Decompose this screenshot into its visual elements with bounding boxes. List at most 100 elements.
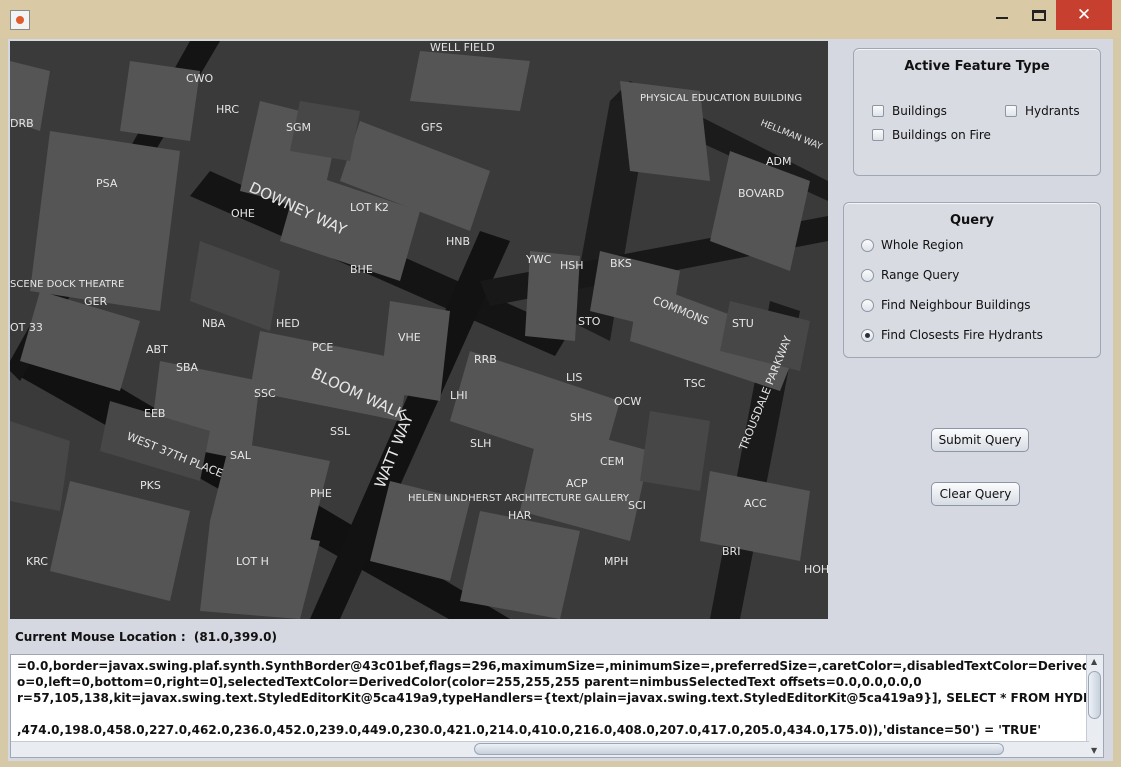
- map-label: LIS: [566, 371, 582, 384]
- whole-region-label: Whole Region: [881, 238, 964, 252]
- scroll-down-icon[interactable]: ▼: [1091, 746, 1097, 755]
- map-label: PSA: [96, 177, 118, 190]
- map-label: HELEN LINDHERST ARCHITECTURE GALLERY: [408, 493, 630, 504]
- map-label: SSC: [254, 387, 276, 400]
- clear-query-button[interactable]: Clear Query: [931, 482, 1020, 506]
- map-label: SCENE DOCK THEATRE: [10, 279, 124, 290]
- buildings-checkbox[interactable]: Buildings: [872, 104, 947, 118]
- buildings-label: Buildings: [892, 104, 947, 118]
- map-label: HRC: [216, 103, 239, 116]
- campus-map[interactable]: CWO HRC DRB SGM PSA DOWNEY WAY OHE LOT K…: [10, 41, 828, 619]
- radio-icon: [861, 298, 874, 312]
- map-label: CEM: [600, 455, 624, 468]
- map-label: BKS: [610, 257, 632, 270]
- maximize-icon: [1032, 9, 1046, 21]
- map-label: SHS: [570, 411, 592, 424]
- map-label: HOH: [804, 563, 828, 576]
- checkbox-icon: [872, 105, 884, 117]
- output-line: =0.0,border=javax.swing.plaf.synth.Synth…: [17, 659, 1087, 673]
- map-label: MPH: [604, 555, 628, 568]
- output-line: o=0,left=0,bottom=0,right=0],selectedTex…: [17, 675, 922, 689]
- map-label: HAR: [508, 509, 532, 522]
- horizontal-scroll-thumb[interactable]: [474, 743, 1004, 755]
- query-output-lines: =0.0,border=javax.swing.plaf.synth.Synth…: [17, 658, 1087, 738]
- map-label: EEB: [144, 407, 165, 420]
- active-feature-type-title: Active Feature Type: [904, 59, 1050, 74]
- map-label: PKS: [140, 479, 161, 492]
- close-button[interactable]: ✕: [1056, 0, 1112, 30]
- map-label: SLH: [470, 437, 491, 450]
- maximize-button[interactable]: [1024, 0, 1054, 30]
- minimize-icon: [995, 17, 1008, 19]
- scroll-up-icon[interactable]: ▲: [1091, 657, 1097, 666]
- map-label: SGM: [286, 121, 311, 134]
- map-label: SAL: [230, 449, 252, 462]
- map-label: ACP: [566, 477, 588, 490]
- map-label: WELL FIELD: [430, 41, 495, 54]
- title-bar: ✕: [0, 0, 1121, 38]
- whole-region-radio[interactable]: Whole Region: [861, 238, 963, 252]
- query-title: Query: [949, 213, 994, 228]
- map-label: BOVARD: [738, 187, 784, 200]
- query-panel: Query Whole Region Range Query Find Neig…: [843, 202, 1101, 358]
- mouse-location-status: Current Mouse Location : (81.0,399.0): [15, 630, 277, 644]
- radio-icon: [861, 238, 874, 252]
- map-label: SSL: [330, 425, 351, 438]
- minimize-button[interactable]: [979, 0, 1024, 30]
- map-label: PHE: [310, 487, 332, 500]
- map-label: SCI: [628, 499, 646, 512]
- map-label: GFS: [421, 121, 443, 134]
- active-feature-type-panel: Active Feature Type Buildings Hydrants B…: [853, 48, 1101, 176]
- checkbox-icon: [872, 129, 884, 141]
- output-line: ,474.0,198.0,458.0,227.0,462.0,236.0,452…: [17, 723, 1042, 737]
- find-closest-fire-hydrants-radio[interactable]: Find Closests Fire Hydrants: [861, 328, 1043, 342]
- close-icon: ✕: [1076, 5, 1092, 25]
- map-label: PCE: [312, 341, 333, 354]
- map-label: CWO: [186, 72, 214, 85]
- horizontal-scrollbar[interactable]: [11, 741, 1089, 757]
- map-label: HNB: [446, 235, 470, 248]
- mouse-location-value: (81.0,399.0): [193, 630, 277, 644]
- map-label: STU: [732, 317, 754, 330]
- map-label: LOT H: [236, 555, 269, 568]
- map-label: PHYSICAL EDUCATION BUILDING: [640, 93, 802, 104]
- buildings-on-fire-label: Buildings on Fire: [892, 128, 991, 142]
- range-query-label: Range Query: [881, 268, 960, 282]
- radio-icon: [861, 268, 874, 282]
- map-label: BRI: [722, 545, 740, 558]
- query-output-textarea[interactable]: =0.0,border=javax.swing.plaf.synth.Synth…: [10, 654, 1104, 758]
- map-label: LOT K2: [350, 201, 389, 214]
- map-label: ACC: [744, 497, 767, 510]
- vertical-scroll-thumb[interactable]: [1088, 671, 1101, 719]
- radio-selected-icon: [861, 328, 874, 342]
- hydrants-label: Hydrants: [1025, 104, 1080, 118]
- map-label: NBA: [202, 317, 226, 330]
- output-line: r=57,105,138,kit=javax.swing.text.Styled…: [17, 691, 1087, 705]
- find-closest-fire-hydrants-label: Find Closests Fire Hydrants: [881, 328, 1043, 342]
- map-label: STO: [578, 315, 601, 328]
- campus-map-image: CWO HRC DRB SGM PSA DOWNEY WAY OHE LOT K…: [10, 41, 828, 619]
- map-label: SBA: [176, 361, 199, 374]
- range-query-radio[interactable]: Range Query: [861, 268, 959, 282]
- find-neighbour-buildings-radio[interactable]: Find Neighbour Buildings: [861, 298, 1031, 312]
- submit-query-button[interactable]: Submit Query: [931, 428, 1029, 452]
- map-label: YWC: [525, 253, 552, 266]
- java-app-icon: [10, 10, 30, 30]
- map-label: RRB: [474, 353, 497, 366]
- map-label: ABT: [146, 343, 168, 356]
- map-label: OCW: [614, 395, 641, 408]
- map-label: DRB: [10, 117, 34, 130]
- map-label: OT 33: [10, 321, 43, 334]
- map-label: LHI: [450, 389, 468, 402]
- map-label: BHE: [350, 263, 373, 276]
- map-label: VHE: [398, 331, 421, 344]
- buildings-on-fire-checkbox[interactable]: Buildings on Fire: [872, 128, 991, 142]
- map-label: GER: [84, 295, 107, 308]
- checkbox-icon: [1005, 105, 1017, 117]
- find-neighbour-buildings-label: Find Neighbour Buildings: [881, 298, 1031, 312]
- hydrants-checkbox[interactable]: Hydrants: [1005, 104, 1080, 118]
- main-window-content: CWO HRC DRB SGM PSA DOWNEY WAY OHE LOT K…: [8, 39, 1113, 761]
- mouse-location-label: Current Mouse Location :: [15, 630, 186, 644]
- map-label: OHE: [231, 207, 255, 220]
